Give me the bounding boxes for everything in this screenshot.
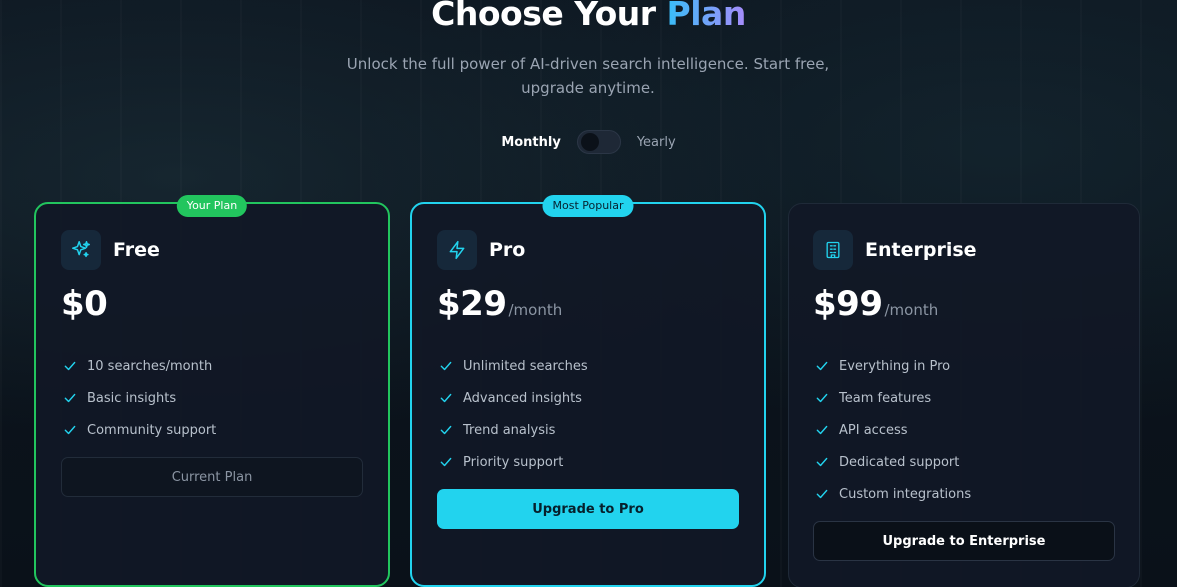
billing-switch[interactable] (576, 130, 621, 154)
check-icon (816, 393, 828, 403)
building-icon (813, 230, 853, 270)
sparkles-icon (61, 230, 101, 270)
page-title: Choose Your Plan (0, 0, 1177, 33)
price-period: /month (508, 301, 563, 319)
page-title-main: Choose Your (431, 0, 656, 33)
plan-name: Free (113, 239, 160, 261)
billing-switch-knob (580, 133, 599, 151)
upgrade-to-enterprise-button[interactable]: Upgrade to Enterprise (813, 521, 1115, 561)
plan-price: $0 (61, 284, 108, 324)
plan-card-pro: Most Popular Pro $29 /month Unlimited se… (410, 195, 766, 587)
check-icon (816, 489, 828, 499)
list-item: API access (815, 414, 971, 446)
price-amount: $29 (437, 284, 507, 324)
list-item: Trend analysis (439, 414, 588, 446)
plan-name: Pro (489, 239, 526, 261)
check-icon (64, 361, 76, 371)
billing-toggle: Monthly Yearly (0, 130, 1177, 154)
check-icon (816, 457, 828, 467)
plan-price: $29 /month (437, 284, 562, 324)
check-icon (816, 361, 828, 371)
check-icon (440, 457, 452, 467)
page-subtitle: Unlock the full power of AI-driven searc… (346, 55, 830, 97)
check-icon (816, 425, 828, 435)
check-icon (440, 393, 452, 403)
plan-card-enterprise: Enterprise $99 /month Everything in Pro … (788, 203, 1140, 587)
feature-list: Unlimited searches Advanced insights Tre… (439, 350, 588, 478)
plan-name: Enterprise (865, 239, 977, 261)
list-item: Unlimited searches (439, 350, 588, 382)
list-item: Community support (63, 414, 216, 446)
list-item: Team features (815, 382, 971, 414)
current-plan-button[interactable]: Current Plan (61, 457, 363, 497)
list-item: Basic insights (63, 382, 216, 414)
monthly-label[interactable]: Monthly (501, 135, 561, 150)
your-plan-badge: Your Plan (176, 195, 248, 217)
check-icon (64, 393, 76, 403)
upgrade-to-pro-button[interactable]: Upgrade to Pro (437, 489, 739, 529)
most-popular-badge: Most Popular (542, 195, 634, 217)
check-icon (440, 425, 452, 435)
list-item: Priority support (439, 446, 588, 478)
check-icon (64, 425, 76, 435)
plan-header: Pro (437, 230, 525, 270)
list-item: Custom integrations (815, 478, 971, 510)
price-amount: $99 (813, 284, 883, 324)
list-item: 10 searches/month (63, 350, 216, 382)
yearly-label[interactable]: Yearly (637, 135, 676, 150)
page-title-accent: Plan (667, 0, 747, 33)
price-amount: $0 (61, 284, 108, 324)
feature-list: Everything in Pro Team features API acce… (815, 350, 971, 510)
list-item: Advanced insights (439, 382, 588, 414)
plan-card-free: Your Plan Free $0 10 searches/month Basi… (34, 195, 390, 587)
feature-list: 10 searches/month Basic insights Communi… (63, 350, 216, 446)
list-item: Dedicated support (815, 446, 971, 478)
plan-header: Enterprise (813, 230, 977, 270)
lightning-icon (437, 230, 477, 270)
check-icon (440, 361, 452, 371)
price-period: /month (884, 301, 939, 319)
plan-header: Free (61, 230, 160, 270)
list-item: Everything in Pro (815, 350, 971, 382)
plan-price: $99 /month (813, 284, 938, 324)
